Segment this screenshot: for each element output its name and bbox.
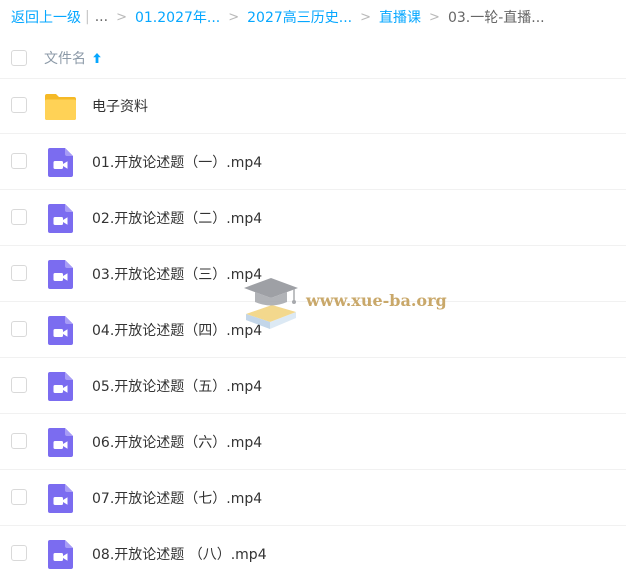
file-name[interactable]: 06.开放论述题（六）.mp4: [92, 432, 262, 452]
sort-up-arrow-icon: [93, 53, 101, 63]
breadcrumb-ellipsis[interactable]: ...: [95, 9, 108, 25]
row-checkbox[interactable]: [11, 265, 27, 281]
file-name[interactable]: 08.开放论述题 （八）.mp4: [92, 544, 267, 564]
video-file-icon: [48, 316, 73, 345]
list-header: 文件名: [0, 38, 626, 79]
file-name[interactable]: 01.开放论述题（一）.mp4: [92, 152, 262, 172]
graduation-cap-book-icon: [244, 278, 298, 329]
select-all-checkbox[interactable]: [11, 50, 27, 66]
row-checkbox[interactable]: [11, 153, 27, 169]
row-checkbox[interactable]: [11, 545, 27, 561]
breadcrumb-separator: >: [116, 9, 127, 25]
column-header-name[interactable]: 文件名: [44, 48, 102, 68]
row-checkbox[interactable]: [11, 377, 27, 393]
breadcrumb-current: 03.一轮-直播...: [447, 10, 545, 26]
list-item[interactable]: 06.开放论述题（六）.mp4: [0, 414, 626, 470]
breadcrumb-separator: >: [360, 9, 372, 25]
video-file-icon: [48, 204, 73, 233]
breadcrumb: 返回上一级 | ... > 01.2027年... > 2027高三历史... …: [11, 0, 545, 34]
breadcrumb-item-2[interactable]: 2027高三历史...: [247, 7, 352, 27]
list-item[interactable]: 08.开放论述题 （八）.mp4: [0, 526, 626, 571]
file-name[interactable]: 03.开放论述题（三）.mp4: [92, 264, 262, 284]
row-checkbox[interactable]: [11, 433, 27, 449]
column-header-label: 文件名: [44, 51, 86, 67]
video-file-icon: [48, 148, 73, 177]
back-link[interactable]: 返回上一级: [11, 7, 81, 27]
list-item[interactable]: 电子资料: [0, 78, 626, 134]
file-browser: 返回上一级 | ... > 01.2027年... > 2027高三历史... …: [0, 0, 626, 571]
video-file-icon: [48, 484, 73, 513]
breadcrumb-item-1[interactable]: 01.2027年...: [135, 7, 220, 27]
folder-icon: [45, 94, 76, 120]
list-item[interactable]: 02.开放论述题（二）.mp4: [0, 190, 626, 246]
file-name[interactable]: 04.开放论述题（四）.mp4: [92, 320, 262, 340]
breadcrumb-separator: >: [429, 9, 440, 25]
breadcrumb-separator: >: [228, 9, 240, 25]
video-file-icon: [48, 372, 73, 401]
video-file-icon: [48, 540, 73, 569]
file-name[interactable]: 05.开放论述题（五）.mp4: [92, 376, 262, 396]
row-checkbox[interactable]: [11, 489, 27, 505]
watermark-text: www.xue-ba.org: [306, 291, 447, 310]
row-checkbox[interactable]: [11, 321, 27, 337]
file-name[interactable]: 07.开放论述题（七）.mp4: [92, 488, 262, 508]
breadcrumb-divider: |: [85, 9, 90, 25]
file-name[interactable]: 02.开放论述题（二）.mp4: [92, 208, 262, 228]
list-item[interactable]: 05.开放论述题（五）.mp4: [0, 358, 626, 414]
breadcrumb-item-3[interactable]: 直播课: [379, 7, 421, 27]
row-checkbox[interactable]: [11, 209, 27, 225]
list-item[interactable]: 01.开放论述题（一）.mp4: [0, 134, 626, 190]
video-file-icon: [48, 428, 73, 457]
file-name[interactable]: 电子资料: [92, 96, 148, 116]
list-item[interactable]: 07.开放论述题（七）.mp4: [0, 470, 626, 526]
watermark: www.xue-ba.org: [240, 274, 460, 334]
video-file-icon: [48, 260, 73, 289]
row-checkbox[interactable]: [11, 97, 27, 113]
